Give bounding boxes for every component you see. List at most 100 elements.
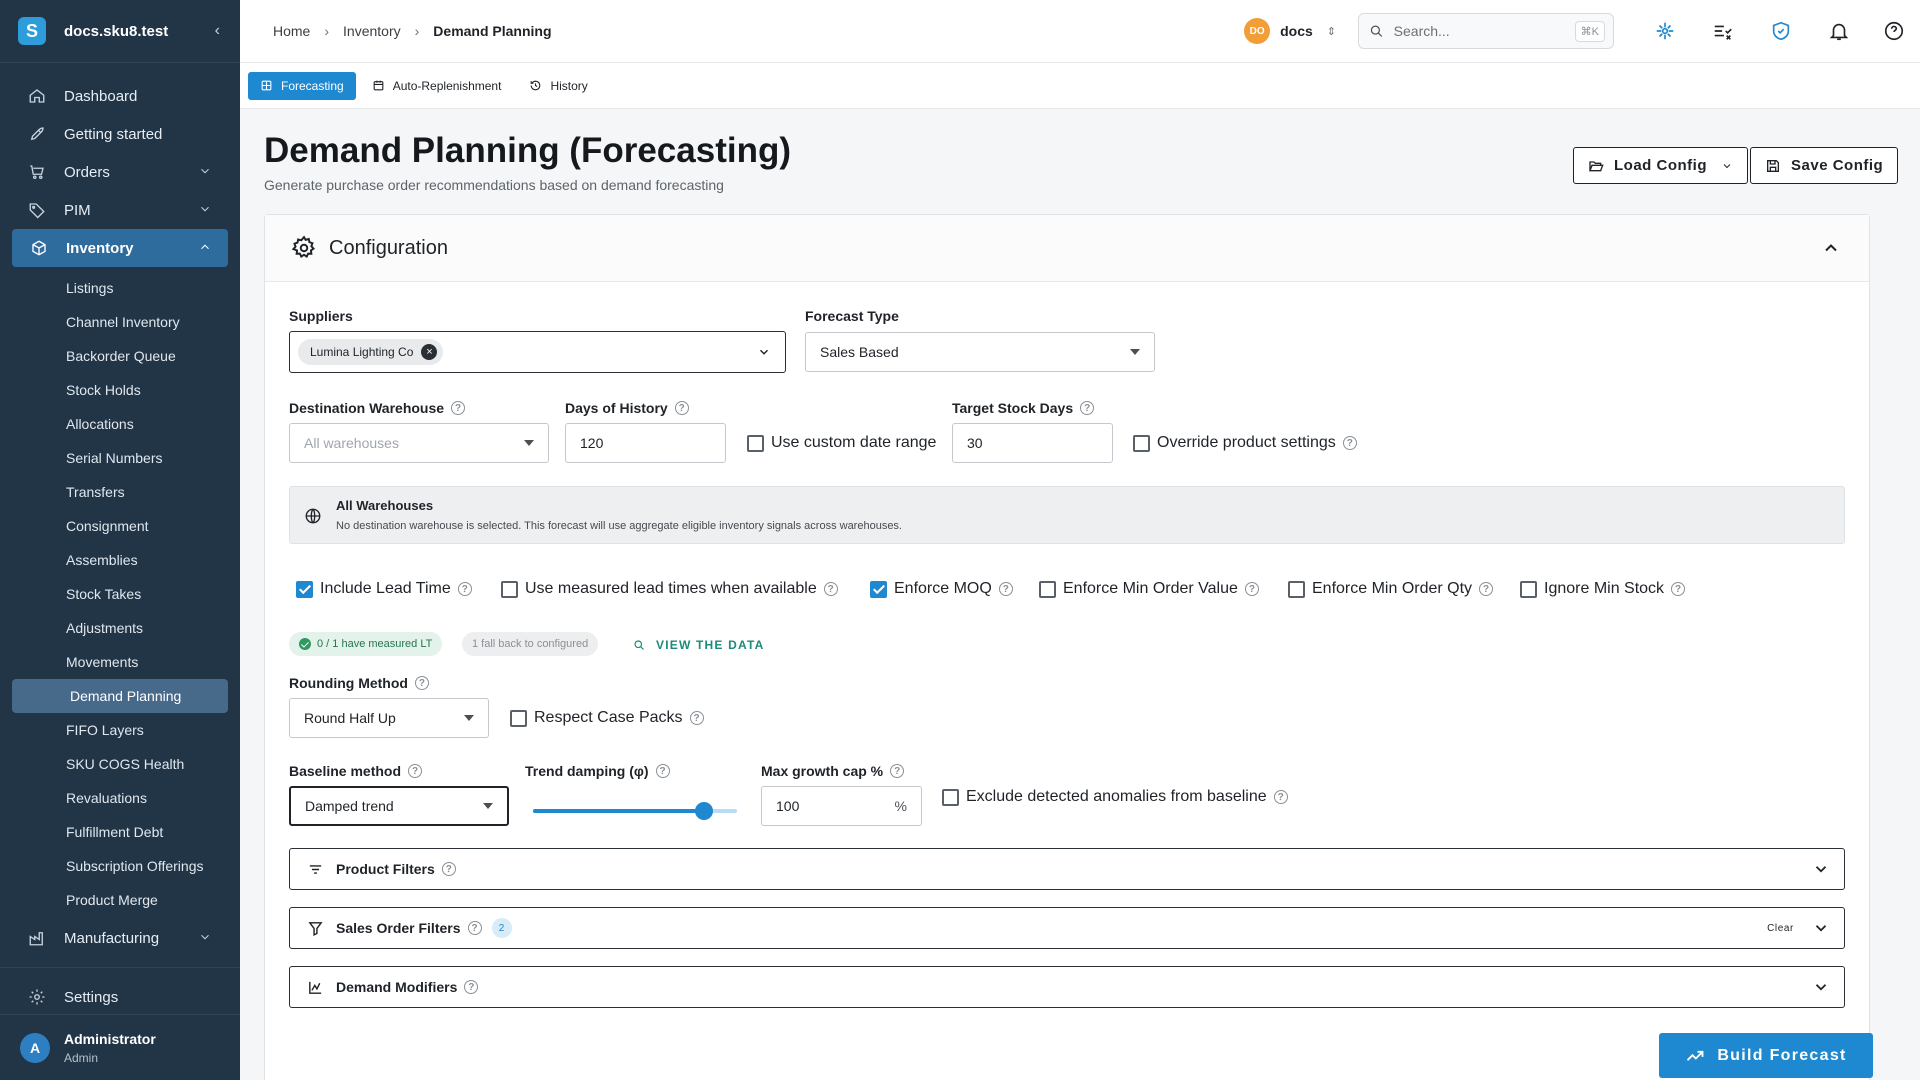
sidebar-subitem-demand-planning[interactable]: Demand Planning	[12, 679, 228, 713]
help-icon[interactable]: ?	[823, 582, 838, 596]
tab-auto-replenishment[interactable]: Auto-Replenishment	[360, 72, 514, 100]
sidebar-subitem-fulfillment-debt[interactable]: Fulfillment Debt	[0, 815, 240, 849]
sidebar-item-dashboard[interactable]: Dashboard	[0, 77, 240, 115]
help-icon[interactable]: ?	[1479, 582, 1494, 596]
sidebar-subitem-sku-cogs-health[interactable]: SKU COGS Health	[0, 747, 240, 781]
remove-chip-icon[interactable]: ×	[421, 344, 438, 360]
rounding-method-label: Rounding Method?	[289, 675, 429, 691]
accordion-title: Demand Modifiers	[336, 979, 458, 995]
trend-damping-slider[interactable]	[533, 801, 737, 821]
sidebar-item-orders[interactable]: Orders	[0, 153, 240, 191]
help-icon[interactable]: ?	[1273, 790, 1288, 804]
override-product-settings-checkbox[interactable]: Override product settings ?	[1133, 434, 1357, 452]
max-growth-cap-input[interactable]: 100 %	[761, 786, 922, 826]
demand-modifiers-accordion[interactable]: Demand Modifiers ?	[289, 966, 1845, 1008]
chevron-up-icon	[201, 244, 209, 250]
sidebar-item-manufacturing[interactable]: Manufacturing	[0, 919, 240, 957]
history-icon	[531, 80, 541, 91]
help-icon[interactable]: ?	[457, 582, 472, 596]
days-of-history-input[interactable]: 120	[565, 423, 726, 463]
help-icon[interactable]: ?	[1342, 436, 1357, 450]
include-lead-time-checkbox[interactable]: Include Lead Time?	[296, 580, 472, 598]
breadcrumb-inventory[interactable]: Inventory	[343, 23, 401, 39]
sidebar-subitem-adjustments[interactable]: Adjustments	[0, 611, 240, 645]
help-icon[interactable]: ?	[689, 711, 704, 725]
help-button[interactable]	[1868, 0, 1920, 62]
help-icon[interactable]: ?	[998, 582, 1013, 596]
help-icon[interactable]: ?	[451, 401, 466, 415]
user-profile[interactable]: A Administrator Admin	[0, 1014, 240, 1080]
ai-assistant-button[interactable]	[1636, 0, 1694, 62]
sidebar-subitem-listings[interactable]: Listings	[0, 271, 240, 305]
sidebar-item-pim[interactable]: PIM	[0, 191, 240, 229]
sidebar-subitem-allocations[interactable]: Allocations	[0, 407, 240, 441]
enforce-moq-checkbox[interactable]: Enforce MOQ?	[870, 580, 1013, 598]
sidebar-subitem-fifo-layers[interactable]: FIFO Layers	[0, 713, 240, 747]
help-icon[interactable]: ?	[1671, 582, 1686, 596]
app-logo[interactable]: S	[18, 17, 46, 45]
security-button[interactable]	[1752, 0, 1810, 62]
sidebar-item-inventory[interactable]: Inventory	[12, 229, 228, 267]
help-icon[interactable]: ?	[467, 921, 482, 935]
chevron-up-icon[interactable]	[1821, 238, 1841, 258]
search-box[interactable]: ⌘K	[1358, 13, 1614, 49]
view-the-data-link[interactable]: VIEW THE DATA	[633, 638, 764, 652]
help-icon[interactable]: ?	[890, 764, 905, 778]
help-icon[interactable]: ?	[441, 862, 456, 876]
slider-thumb[interactable]	[695, 802, 714, 820]
baseline-method-select[interactable]: Damped trend	[289, 786, 509, 826]
sidebar-subitem-serial-numbers[interactable]: Serial Numbers	[0, 441, 240, 475]
search-input[interactable]	[1393, 23, 1575, 39]
help-icon[interactable]: ?	[674, 401, 689, 415]
clear-filters-button[interactable]: Clear	[1767, 923, 1794, 934]
checkbox-box	[1520, 580, 1537, 598]
load-config-button[interactable]: Load Config	[1573, 147, 1748, 184]
sales-order-filters-accordion[interactable]: Sales Order Filters ? 2 Clear	[289, 907, 1845, 949]
configuration-header[interactable]: Configuration	[265, 215, 1869, 282]
ignore-min-stock-checkbox[interactable]: Ignore Min Stock?	[1520, 580, 1686, 598]
suppliers-select[interactable]: Lumina Lighting Co ×	[289, 331, 786, 373]
sidebar-subitem-stock-takes[interactable]: Stock Takes	[0, 577, 240, 611]
custom-date-range-checkbox[interactable]: Use custom date range	[747, 434, 936, 452]
help-icon[interactable]: ?	[464, 980, 479, 994]
sidebar-subitem-channel-inventory[interactable]: Channel Inventory	[0, 305, 240, 339]
target-stock-days-input[interactable]: 30	[952, 423, 1113, 463]
tab-forecasting[interactable]: Forecasting	[248, 71, 356, 100]
exclude-anomalies-checkbox[interactable]: Exclude detected anomalies from baseline…	[942, 788, 1288, 806]
sidebar-item-settings[interactable]: Settings	[0, 978, 240, 1016]
measured-lead-times-checkbox[interactable]: Use measured lead times when available?	[501, 580, 838, 598]
build-forecast-button[interactable]: Build Forecast	[1659, 1033, 1873, 1078]
enforce-min-order-value-checkbox[interactable]: Enforce Min Order Value?	[1039, 580, 1259, 598]
rounding-method-select[interactable]: Round Half Up	[289, 698, 489, 738]
accordion-title: Sales Order Filters	[336, 920, 461, 936]
sidebar-subitem-movements[interactable]: Movements	[0, 645, 240, 679]
trending-up-icon	[1687, 1050, 1704, 1061]
sidebar-subitem-backorder-queue[interactable]: Backorder Queue	[0, 339, 240, 373]
sidebar-subitem-assemblies[interactable]: Assemblies	[0, 543, 240, 577]
forecast-type-select[interactable]: Sales Based	[805, 332, 1155, 372]
sidebar-subitem-revaluations[interactable]: Revaluations	[0, 781, 240, 815]
save-config-button[interactable]: Save Config	[1750, 147, 1899, 184]
tab-history[interactable]: History	[517, 72, 599, 100]
tasks-button[interactable]	[1694, 0, 1752, 62]
help-icon[interactable]: ?	[408, 764, 423, 778]
product-filters-accordion[interactable]: Product Filters ?	[289, 848, 1845, 890]
help-icon[interactable]: ?	[655, 764, 670, 778]
respect-case-packs-checkbox[interactable]: Respect Case Packs?	[510, 709, 704, 727]
help-icon[interactable]: ?	[414, 676, 429, 690]
help-icon[interactable]: ?	[1244, 582, 1259, 596]
sidebar-subitem-stock-holds[interactable]: Stock Holds	[0, 373, 240, 407]
sidebar-subitem-product-merge[interactable]: Product Merge	[0, 883, 240, 917]
sidebar-subitem-transfers[interactable]: Transfers	[0, 475, 240, 509]
sidebar-subitem-subscription-offerings[interactable]: Subscription Offerings	[0, 849, 240, 883]
enforce-min-order-qty-checkbox[interactable]: Enforce Min Order Qty?	[1288, 580, 1494, 598]
destination-warehouse-select[interactable]: All warehouses	[289, 423, 549, 463]
breadcrumb-home[interactable]: Home	[273, 23, 310, 39]
help-icon[interactable]: ?	[1080, 401, 1095, 415]
sidebar-item-getting-started[interactable]: Getting started	[0, 115, 240, 153]
collapse-sidebar-icon[interactable]: ‹	[215, 22, 220, 40]
sidebar-subitem-consignment[interactable]: Consignment	[0, 509, 240, 543]
org-switcher[interactable]: DO docs ⇕	[1244, 18, 1336, 44]
chevron-down-icon	[1723, 163, 1731, 168]
notifications-button[interactable]	[1810, 0, 1868, 62]
